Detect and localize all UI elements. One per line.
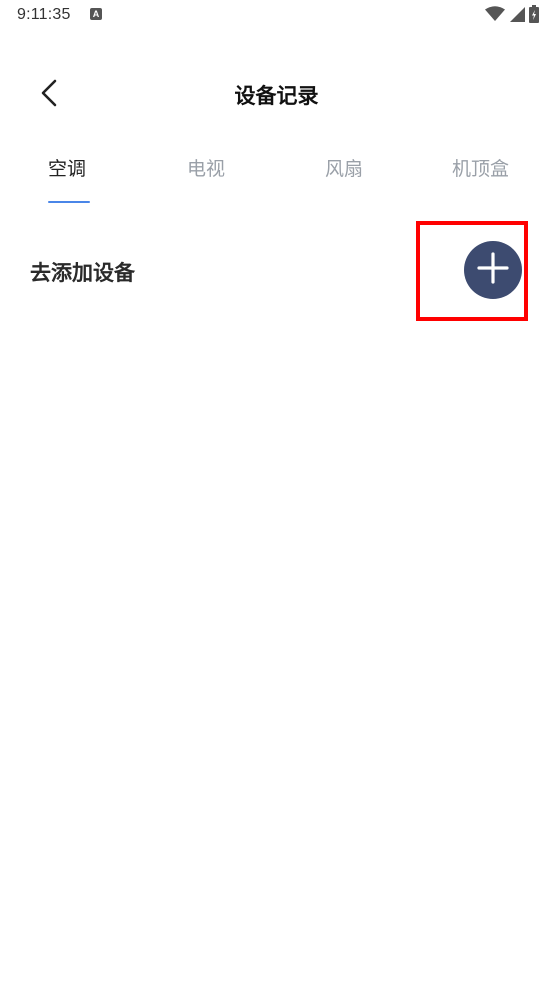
- device-type-tabs: 空调 电视 风扇 机顶盒: [0, 148, 553, 208]
- page-title: 设备记录: [234, 84, 319, 108]
- status-icons: [485, 5, 539, 27]
- notification-a-icon: A: [90, 8, 102, 20]
- status-time: 9:11:35: [17, 6, 71, 23]
- tab-fan[interactable]: 风扇: [325, 154, 363, 181]
- battery-icon: [529, 5, 539, 27]
- add-device-row: 去添加设备: [0, 221, 553, 321]
- active-tab-indicator: [48, 201, 90, 203]
- tab-set-top-box[interactable]: 机顶盒: [452, 154, 509, 181]
- status-bar: 9:11:35 A: [0, 0, 553, 32]
- header: 设备记录: [0, 62, 553, 128]
- add-device-button[interactable]: [464, 241, 522, 299]
- wifi-icon: [485, 6, 505, 26]
- plus-icon: [476, 251, 510, 289]
- tab-tv[interactable]: 电视: [187, 154, 225, 181]
- tab-air-conditioner[interactable]: 空调: [48, 154, 86, 181]
- add-device-label: 去添加设备: [30, 261, 135, 285]
- signal-icon: [509, 6, 525, 26]
